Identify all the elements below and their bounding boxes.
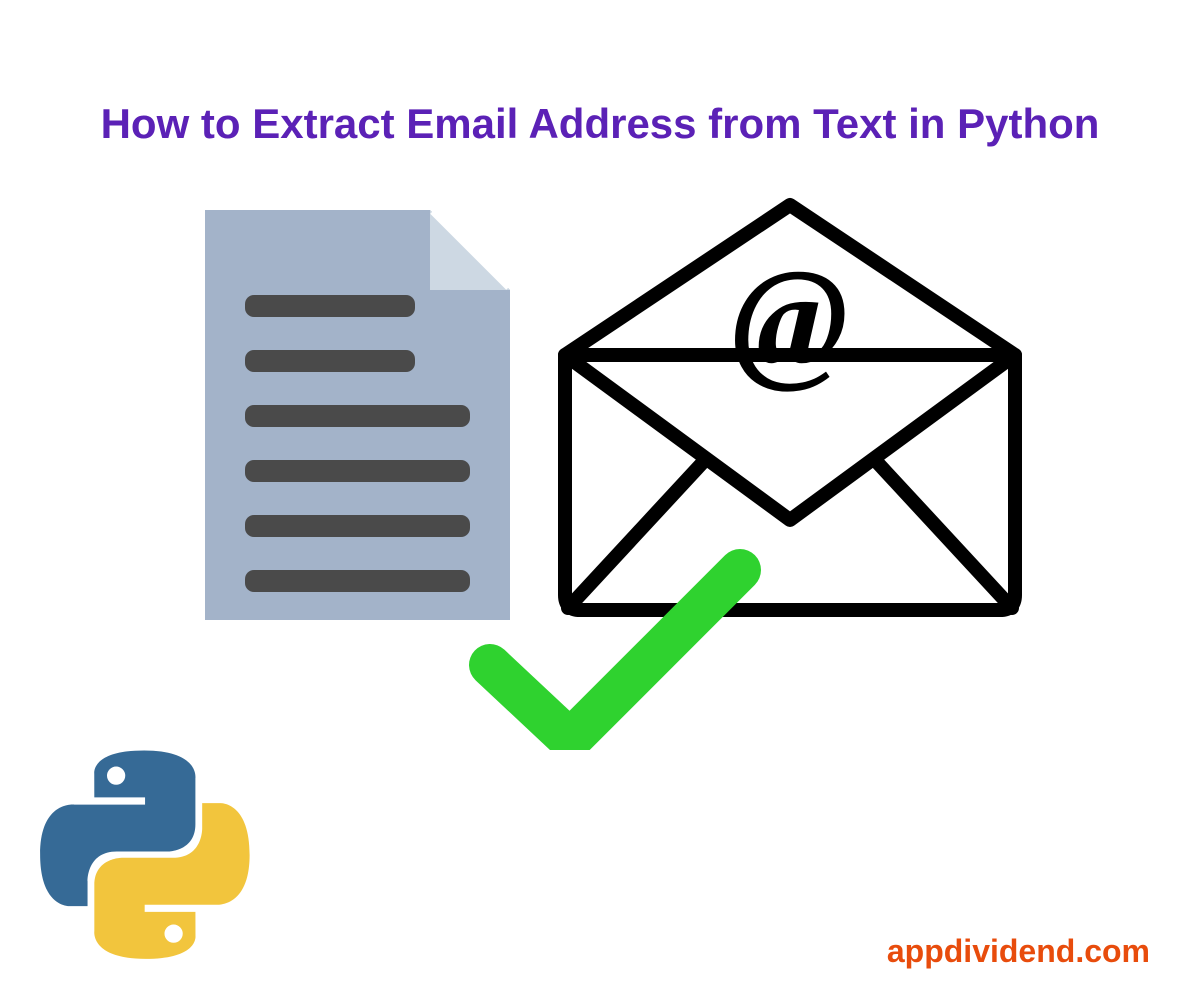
svg-text:@: @	[732, 241, 848, 396]
python-logo-icon	[40, 750, 250, 960]
page-title: How to Extract Email Address from Text i…	[0, 100, 1200, 148]
document-icon	[205, 210, 510, 620]
hero-illustration: @	[150, 190, 1050, 750]
email-envelope-icon: @	[565, 205, 1015, 610]
website-label: appdividend.com	[887, 933, 1150, 970]
